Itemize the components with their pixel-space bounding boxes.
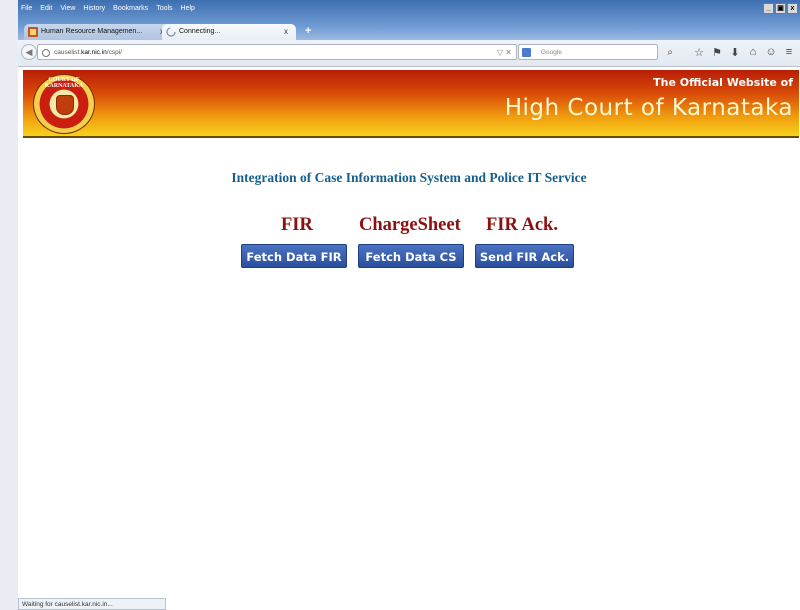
fir-ack-heading: FIR Ack. xyxy=(486,215,558,235)
back-button[interactable]: ◀ xyxy=(21,44,37,60)
search-input[interactable]: Google ⌕ xyxy=(518,44,673,60)
tab-title: Human Resource Managemen... xyxy=(41,28,143,35)
menu-tools[interactable]: Tools xyxy=(156,5,172,19)
url-host: kar.nic.in xyxy=(81,49,107,56)
url-controls-icon[interactable]: ▽ ✕ xyxy=(497,45,512,61)
addon-icon[interactable]: ☺ xyxy=(762,46,780,59)
fetch-data-cs-button[interactable]: Fetch Data CS xyxy=(358,244,464,268)
chargesheet-heading: ChargeSheet xyxy=(359,215,461,235)
title-bar: File Edit View History Bookmarks Tools H… xyxy=(18,0,800,44)
menu-file[interactable]: File xyxy=(21,5,32,19)
url-path: /cspi/ xyxy=(106,49,122,56)
court-emblem-logo: COURT OF KARNATAKA xyxy=(33,74,95,134)
tab-connecting[interactable]: Connecting... x xyxy=(162,24,296,40)
tab-close-icon[interactable]: x xyxy=(284,24,288,40)
restore-button[interactable]: ▣ xyxy=(775,3,786,14)
menu-view[interactable]: View xyxy=(60,5,75,19)
google-engine-icon xyxy=(522,48,531,57)
downloads-icon[interactable]: ⬇ xyxy=(726,46,744,59)
loading-spinner-icon xyxy=(166,27,176,37)
crest-icon xyxy=(56,95,74,115)
page-favicon-icon xyxy=(28,27,38,37)
url-bar[interactable]: causelist.kar.nic.in/cspi/ ▽ ✕ xyxy=(37,44,517,60)
menu-bookmarks[interactable]: Bookmarks xyxy=(113,5,148,19)
fir-heading: FIR xyxy=(281,215,313,235)
tab-title: Connecting... xyxy=(179,28,221,35)
home-icon[interactable]: ⌂ xyxy=(744,46,762,59)
status-bar: Waiting for causelist.kar.nic.in... xyxy=(18,598,166,610)
toolbar-icons: ☆ ⚑ ⬇ ⌂ ☺ ≡ xyxy=(690,46,798,59)
bookmark-star-icon[interactable]: ☆ xyxy=(690,46,708,59)
new-tab-button[interactable]: + xyxy=(305,25,311,37)
menu-icon[interactable]: ≡ xyxy=(780,46,798,59)
browser-window: File Edit View History Bookmarks Tools H… xyxy=(18,0,800,610)
fetch-data-fir-button[interactable]: Fetch Data FIR xyxy=(241,244,347,268)
navigation-toolbar: ◀ causelist.kar.nic.in/cspi/ ▽ ✕ Google … xyxy=(18,40,800,67)
minimize-button[interactable]: _ xyxy=(763,3,774,14)
url-prefix: causelist. xyxy=(54,49,82,56)
page-title: Integration of Case Information System a… xyxy=(231,170,587,185)
menu-bar: File Edit View History Bookmarks Tools H… xyxy=(18,5,195,19)
window-controls: _ ▣ x xyxy=(762,3,798,14)
globe-icon xyxy=(42,49,50,57)
close-window-button[interactable]: x xyxy=(787,3,798,14)
menu-help[interactable]: Help xyxy=(181,5,195,19)
logo-text: COURT OF KARNATAKA xyxy=(44,77,84,89)
search-placeholder: Google xyxy=(541,49,562,56)
search-icon[interactable]: ⌕ xyxy=(667,45,673,61)
tab-human-resource[interactable]: Human Resource Managemen... x xyxy=(24,24,172,40)
menu-edit[interactable]: Edit xyxy=(40,5,52,19)
site-title: High Court of Karnataka xyxy=(504,95,793,121)
site-subtitle: The Official Website of xyxy=(653,76,793,89)
send-fir-ack-button[interactable]: Send FIR Ack. xyxy=(475,244,574,268)
site-header: COURT OF KARNATAKA The Official Website … xyxy=(23,70,799,138)
bookmarks-menu-icon[interactable]: ⚑ xyxy=(708,46,726,59)
menu-history[interactable]: History xyxy=(83,5,105,19)
